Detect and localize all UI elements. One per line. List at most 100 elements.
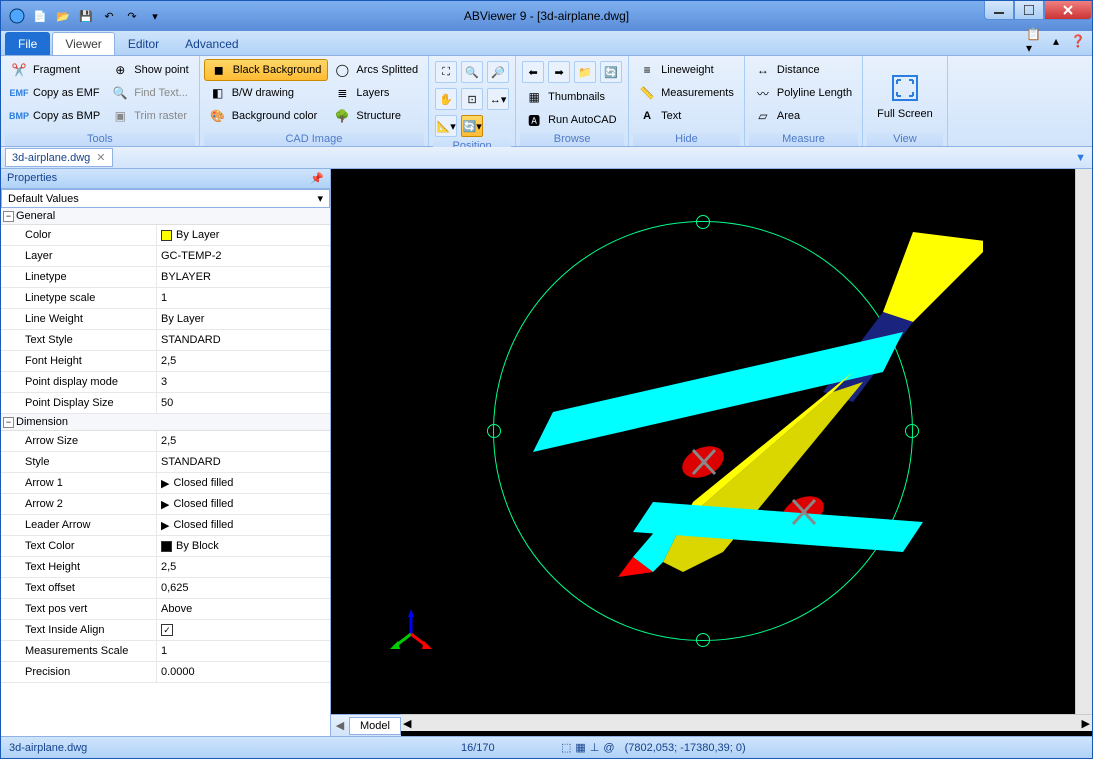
prop-text-pos-vert[interactable]: Text pos vertAbove <box>1 599 330 620</box>
fit-button[interactable]: ⊡ <box>461 88 483 110</box>
horizontal-scrollbar[interactable]: ◀ ▶ <box>401 714 1092 731</box>
tab-viewer[interactable]: Viewer <box>52 32 114 55</box>
polar-icon[interactable]: @ <box>603 742 614 754</box>
prop-text-height[interactable]: Text Height2,5 <box>1 557 330 578</box>
prop-text-inside-align[interactable]: Text Inside Align✓ <box>1 620 330 641</box>
undo-icon[interactable]: ↶ <box>99 6 119 26</box>
tab-file[interactable]: File <box>5 32 50 55</box>
next-button[interactable]: ➡ <box>548 61 570 83</box>
ortho-icon[interactable]: ⊥ <box>590 741 600 754</box>
model-tab[interactable]: Model <box>349 717 401 735</box>
prop-layer[interactable]: LayerGC-TEMP-2 <box>1 246 330 267</box>
pin-icon[interactable]: 📌 <box>310 172 324 185</box>
fragment-button[interactable]: ✂️Fragment <box>5 59 106 81</box>
prop-line-weight[interactable]: Line WeightBy Layer <box>1 309 330 330</box>
category-dimension[interactable]: −Dimension <box>1 414 330 431</box>
scale-button[interactable]: ↔▾ <box>487 88 509 110</box>
lineweight-button[interactable]: ≡Lineweight <box>633 59 740 81</box>
fullscreen-button[interactable]: Full Screen <box>867 59 943 132</box>
copy-emf-button[interactable]: EMFCopy as EMF <box>5 82 106 104</box>
trim-raster-button[interactable]: ▣Trim raster <box>106 105 194 127</box>
app-icon[interactable] <box>7 6 27 26</box>
prev-button[interactable]: ⬅ <box>522 61 544 83</box>
properties-combo[interactable]: Default Values ▾ <box>1 189 330 208</box>
zoom-in-button[interactable]: 🔍 <box>461 61 483 83</box>
minimize-button[interactable] <box>984 1 1014 20</box>
area-button[interactable]: ▱Area <box>749 105 858 127</box>
orbit-button[interactable]: 🔄▾ <box>461 115 483 137</box>
view-button[interactable]: 📐▾ <box>435 115 457 137</box>
prop-leader-arrow[interactable]: Leader Arrow▶Closed filled <box>1 515 330 536</box>
close-button[interactable] <box>1044 1 1092 20</box>
checkbox[interactable]: ✓ <box>161 624 173 636</box>
group-browse-label: Browse <box>520 132 624 146</box>
category-general[interactable]: −General <box>1 208 330 225</box>
scroll-left-icon[interactable]: ◀ <box>403 717 411 730</box>
tab-editor[interactable]: Editor <box>115 32 172 55</box>
prop-precision[interactable]: Precision0.0000 <box>1 662 330 683</box>
zoom-out-button[interactable]: 🔎 <box>487 61 509 83</box>
canvas-3d[interactable] <box>331 169 1075 714</box>
save-icon[interactable]: 💾 <box>76 6 96 26</box>
thumbnails-button[interactable]: ▦Thumbnails <box>520 86 624 108</box>
find-text-button[interactable]: 🔍Find Text... <box>106 82 194 104</box>
collapse-icon[interactable]: − <box>3 417 14 428</box>
structure-button[interactable]: 🌳Structure <box>328 105 424 127</box>
distance-icon: ↔ <box>755 62 771 78</box>
emf-icon: EMF <box>11 85 27 101</box>
prop-arrow-size[interactable]: Arrow Size2,5 <box>1 431 330 452</box>
collapse-icon[interactable]: − <box>3 211 14 222</box>
prop-text-style[interactable]: Text StyleSTANDARD <box>1 330 330 351</box>
browse-folder-button[interactable]: 📁 <box>574 61 596 83</box>
viewport: ◀ Model ◀ ▶ <box>331 169 1092 736</box>
maximize-button[interactable] <box>1014 1 1044 20</box>
prop-linetype-scale[interactable]: Linetype scale1 <box>1 288 330 309</box>
tab-advanced[interactable]: Advanced <box>172 32 251 55</box>
copy-bmp-button[interactable]: BMPCopy as BMP <box>5 105 106 127</box>
arrow-icon: ▶ <box>161 498 169 511</box>
grid-icon[interactable]: ▦ <box>575 741 585 754</box>
snap-icon[interactable]: ⬚ <box>561 741 571 754</box>
new-icon[interactable]: 📄 <box>30 6 50 26</box>
bw-drawing-button[interactable]: ◧B/W drawing <box>204 82 329 104</box>
doctabs-dropdown-icon[interactable]: ▼ <box>1075 152 1086 164</box>
show-point-button[interactable]: ⊕Show point <box>106 59 194 81</box>
text-icon: A <box>639 108 655 124</box>
refresh-button[interactable]: 🔄 <box>600 61 622 83</box>
collapse-ribbon-icon[interactable]: ▴ <box>1048 33 1064 49</box>
measurements-button[interactable]: 📏Measurements <box>633 82 740 104</box>
arcs-splitted-button[interactable]: ◯Arcs Splitted <box>328 59 424 81</box>
options-icon[interactable]: 📋▾ <box>1026 33 1042 49</box>
prop-measurements-scale[interactable]: Measurements Scale1 <box>1 641 330 662</box>
prop-linetype[interactable]: LinetypeBYLAYER <box>1 267 330 288</box>
pan-button[interactable]: ✋ <box>435 88 457 110</box>
tab-scroll-left[interactable]: ◀ <box>331 716 349 736</box>
prop-arrow-2[interactable]: Arrow 2▶Closed filled <box>1 494 330 515</box>
redo-icon[interactable]: ↷ <box>122 6 142 26</box>
help-icon[interactable]: ❓ <box>1070 33 1086 49</box>
prop-text-offset[interactable]: Text offset0,625 <box>1 578 330 599</box>
qat-dropdown-icon[interactable]: ▾ <box>145 6 165 26</box>
black-background-button[interactable]: ◼Black Background <box>204 59 329 81</box>
prop-point-display-size[interactable]: Point Display Size50 <box>1 393 330 414</box>
run-autocad-button[interactable]: 🅰Run AutoCAD <box>520 109 624 131</box>
lineweight-icon: ≡ <box>639 62 655 78</box>
close-tab-icon[interactable]: ✕ <box>96 151 105 164</box>
hide-text-button[interactable]: AText <box>633 105 740 127</box>
prop-text-color[interactable]: Text ColorBy Block <box>1 536 330 557</box>
prop-color[interactable]: ColorBy Layer <box>1 225 330 246</box>
status-bar: 3d-airplane.dwg 16/170 ⬚ ▦ ⊥ @ (7802,053… <box>1 736 1092 758</box>
vertical-scrollbar[interactable] <box>1075 169 1092 714</box>
polyline-length-button[interactable]: 〰Polyline Length <box>749 82 858 104</box>
scroll-right-icon[interactable]: ▶ <box>1082 717 1090 730</box>
prop-font-height[interactable]: Font Height2,5 <box>1 351 330 372</box>
layers-button[interactable]: ≣Layers <box>328 82 424 104</box>
prop-point-display-mode[interactable]: Point display mode3 <box>1 372 330 393</box>
document-tab[interactable]: 3d-airplane.dwg ✕ <box>5 148 113 167</box>
prop-arrow-1[interactable]: Arrow 1▶Closed filled <box>1 473 330 494</box>
prop-dim-style[interactable]: StyleSTANDARD <box>1 452 330 473</box>
distance-button[interactable]: ↔Distance <box>749 59 858 81</box>
open-icon[interactable]: 📂 <box>53 6 73 26</box>
bg-color-button[interactable]: 🎨Background color <box>204 105 329 127</box>
zoom-window-button[interactable]: ⛶ <box>435 61 457 83</box>
